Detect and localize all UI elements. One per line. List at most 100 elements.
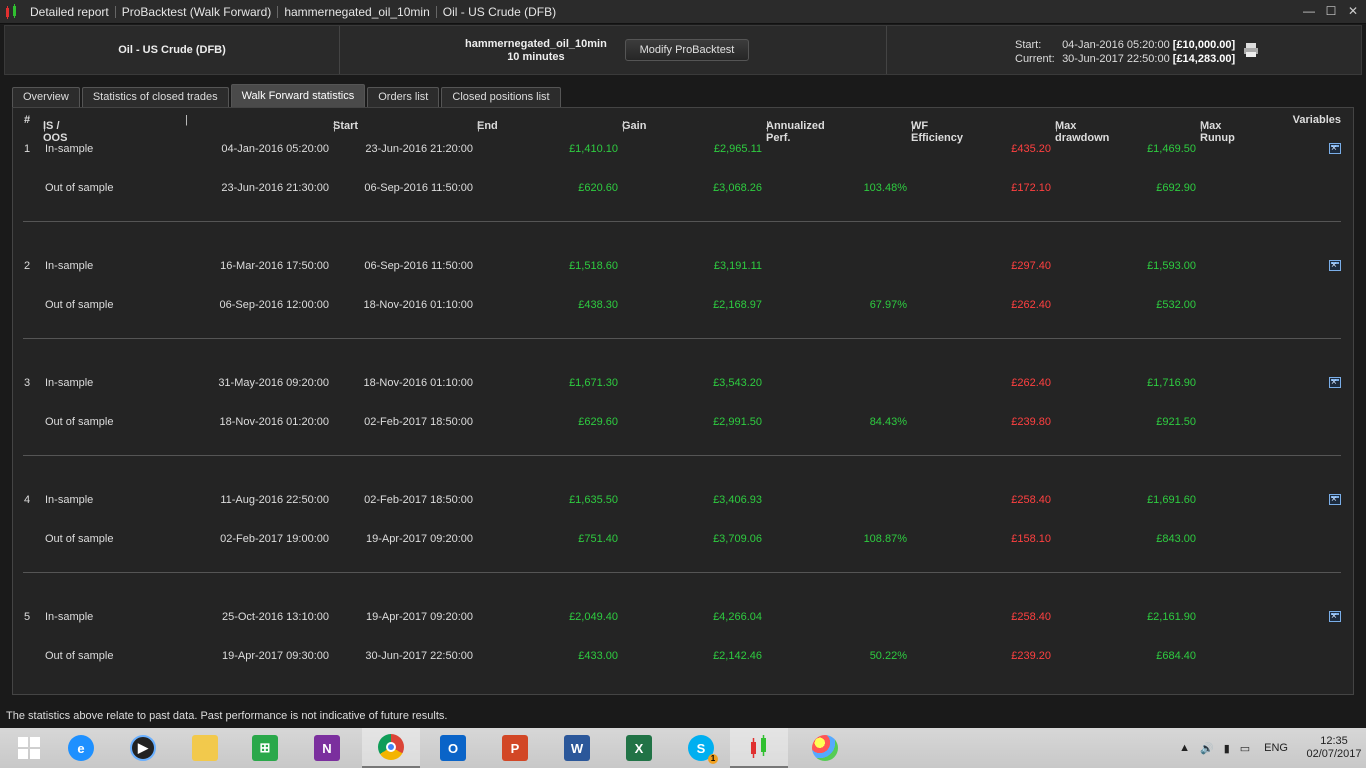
- tray-expand-icon[interactable]: ▲: [1179, 742, 1190, 754]
- cell-gain: £433.00: [578, 650, 618, 662]
- col-runup-label: Max Runup: [1200, 120, 1235, 144]
- breadcrumb-system: hammernegated_oil_10min: [278, 5, 437, 18]
- taskbar-outlook[interactable]: O: [424, 728, 482, 768]
- variables-icon[interactable]: [1329, 143, 1341, 154]
- word-icon: W: [564, 735, 590, 761]
- volume-icon[interactable]: 🔊: [1200, 742, 1214, 755]
- taskbar-prorealtime[interactable]: [730, 728, 788, 768]
- sample-type: Out of sample: [45, 299, 114, 311]
- maximize-icon[interactable]: ☐: [1324, 4, 1338, 18]
- clock[interactable]: 12:35 02/07/2017: [1302, 735, 1366, 761]
- system-name: hammernegated_oil_10min: [465, 38, 607, 50]
- taskbar-store[interactable]: ⊞: [236, 728, 294, 768]
- cell-gain: £1,671.30: [569, 377, 618, 389]
- taskbar-paint[interactable]: [796, 728, 854, 768]
- col-variables: Variables: [1292, 114, 1341, 126]
- cell-drawdown: £258.40: [1011, 611, 1051, 623]
- start-capital: [£10,000.00]: [1172, 39, 1236, 51]
- close-icon[interactable]: ✕: [1346, 4, 1360, 18]
- variables-icon[interactable]: [1329, 611, 1341, 622]
- cell-start: 23-Jun-2016 21:30:00: [221, 182, 329, 194]
- taskbar-chrome[interactable]: [362, 728, 420, 768]
- variables-icon[interactable]: [1329, 494, 1341, 505]
- cell-end: 19-Apr-2017 09:20:00: [365, 533, 473, 545]
- cell-wf: 50.22%: [869, 650, 907, 662]
- tab-overview[interactable]: Overview: [12, 87, 80, 107]
- taskbar-powerpoint[interactable]: P: [486, 728, 544, 768]
- col-annualized-label: Annualized Perf.: [766, 120, 825, 144]
- sample-type: In-sample: [45, 611, 94, 623]
- taskbar-onenote[interactable]: N: [298, 728, 356, 768]
- sample-type: In-sample: [45, 494, 94, 506]
- sample-type: Out of sample: [45, 533, 114, 545]
- cell-drawdown: £239.80: [1011, 416, 1051, 428]
- run-number: 4: [24, 494, 31, 506]
- language-indicator[interactable]: ENG: [1264, 742, 1288, 754]
- taskbar-skype[interactable]: S1: [672, 728, 730, 768]
- cell-runup: £2,161.90: [1147, 611, 1196, 623]
- cell-wf: 108.87%: [863, 533, 907, 545]
- chrome-icon: [378, 734, 404, 760]
- cell-runup: £684.40: [1156, 650, 1196, 662]
- row-divider: [23, 572, 1341, 573]
- modify-probacktest-button[interactable]: Modify ProBacktest: [625, 39, 749, 61]
- cell-gain: £2,049.40: [569, 611, 618, 623]
- cell-start: 06-Sep-2016 12:00:00: [219, 299, 329, 311]
- tab-closed-positions-list[interactable]: Closed positions list: [441, 87, 561, 107]
- cell-wf: 103.48%: [863, 182, 907, 194]
- network-icon[interactable]: ▮: [1224, 742, 1230, 755]
- outlook-icon: O: [440, 735, 466, 761]
- col-separator[interactable]: |: [185, 114, 188, 126]
- start-button[interactable]: [0, 728, 58, 768]
- start-icon: [18, 737, 40, 759]
- walk-forward-table: # | IS / OOS | Start | End | Gain | Annualiz…: [12, 107, 1354, 695]
- breadcrumb-instrument: Oil - US Crude (DFB): [442, 4, 557, 19]
- cell-start: 31-May-2016 09:20:00: [218, 377, 329, 389]
- sample-type: In-sample: [45, 377, 94, 389]
- cell-gain: £620.60: [578, 182, 618, 194]
- clock-date: 02/07/2017: [1306, 748, 1362, 760]
- row-divider: [23, 455, 1341, 456]
- taskbar-word[interactable]: W: [548, 728, 606, 768]
- taskbar-file-explorer[interactable]: [176, 728, 234, 768]
- cell-drawdown: £262.40: [1011, 377, 1051, 389]
- tab-orders-list[interactable]: Orders list: [367, 87, 440, 107]
- cell-drawdown: £435.20: [1011, 143, 1051, 155]
- run-number: 1: [24, 143, 31, 155]
- cell-gain: £629.60: [578, 416, 618, 428]
- cell-annualized: £3,406.93: [713, 494, 762, 506]
- taskbar-ie[interactable]: e: [52, 728, 110, 768]
- paint-icon: [812, 735, 838, 761]
- cell-end: 18-Nov-2016 01:10:00: [363, 377, 473, 389]
- cell-end: 30-Jun-2017 22:50:00: [365, 650, 473, 662]
- action-center-icon[interactable]: ▭: [1240, 742, 1250, 755]
- cell-gain: £1,410.10: [569, 143, 618, 155]
- internet-explorer-icon: e: [68, 735, 94, 761]
- tab-statistics-closed-trades[interactable]: Statistics of closed trades: [81, 87, 229, 107]
- variables-icon[interactable]: [1329, 260, 1341, 271]
- print-icon[interactable]: [1243, 42, 1259, 58]
- table-row: 4 In-sample 11-Aug-2016 22:50:00 02-Feb-201…: [13, 494, 1353, 508]
- row-divider: [23, 338, 1341, 339]
- store-icon: ⊞: [252, 735, 278, 761]
- cell-end: 02-Feb-2017 18:50:00: [364, 494, 473, 506]
- start-label: Start:: [1015, 39, 1042, 51]
- tab-walk-forward-statistics[interactable]: Walk Forward statistics: [230, 84, 366, 107]
- variables-icon[interactable]: [1329, 377, 1341, 388]
- prorealtime-icon: [751, 735, 766, 758]
- cell-end: 06-Sep-2016 11:50:00: [364, 260, 473, 272]
- taskbar-media-player[interactable]: ▶: [114, 728, 172, 768]
- taskbar-excel[interactable]: X: [610, 728, 668, 768]
- cell-drawdown: £297.40: [1011, 260, 1051, 272]
- cell-start: 11-Aug-2016 22:50:00: [220, 494, 329, 506]
- cell-end: 18-Nov-2016 01:10:00: [363, 299, 473, 311]
- table-row: Out of sample 02-Feb-2017 19:00:00 19-Apr-…: [13, 533, 1353, 547]
- minimize-icon[interactable]: —: [1302, 4, 1316, 18]
- windows-taskbar: e ▶ ⊞ N O P W X S1 ▲ 🔊 ▮ ▭ ENG 12:35 02/…: [0, 728, 1366, 768]
- cell-annualized: £3,191.11: [713, 260, 762, 272]
- table-row: Out of sample 18-Nov-2016 01:20:00 02-Feb-…: [13, 416, 1353, 430]
- table-row: Out of sample 23-Jun-2016 21:30:00 06-Sep-…: [13, 182, 1353, 196]
- run-number: 2: [24, 260, 31, 272]
- cell-start: 04-Jan-2016 05:20:00: [221, 143, 329, 155]
- run-number: 5: [24, 611, 31, 623]
